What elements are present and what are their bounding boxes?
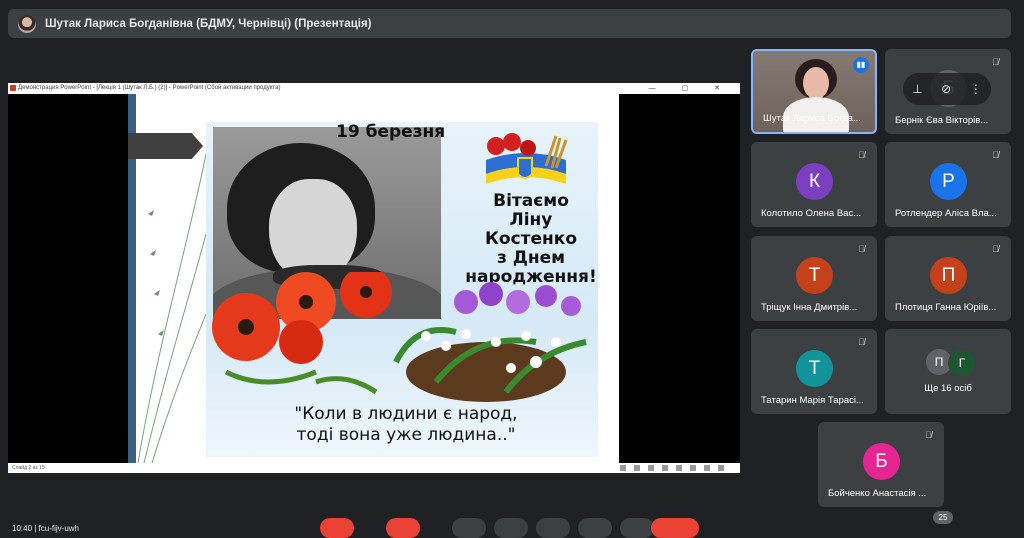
mic-off-icon: 🎙̸: [858, 244, 865, 254]
participant-tile[interactable]: 🎙̸ П Плотиця Ганна Юріїв...: [885, 236, 1011, 321]
powerpoint-status-bar: Слайд 2 из 15: [8, 463, 740, 473]
participant-tile[interactable]: 🎙̸ Т Татарин Марія Тарасі...: [751, 329, 877, 414]
participant-name: Шутак Лариса Богда...: [763, 113, 861, 124]
control-bar: 10:40 | fcu-fijv-uwh: [0, 514, 1024, 538]
mic-off-icon: 🎙̸: [992, 244, 999, 254]
slide-arrow-shape: [128, 133, 203, 159]
participant-name: Бойченко Анастасія ...: [828, 488, 927, 499]
more-participants-label: Ще 16 осіб: [924, 383, 972, 394]
flowers-bouquet-image: [212, 272, 587, 402]
mic-off-icon: 🎙̸: [992, 150, 999, 160]
participant-tile[interactable]: 🎙̸ Б Бойченко Анастасія ...: [818, 422, 944, 507]
meeting-details: 10:40 | fcu-fijv-uwh: [12, 524, 79, 533]
mic-off-icon: 🎙̸: [925, 430, 932, 440]
pin-icon[interactable]: ⊥: [912, 82, 922, 96]
view-controls[interactable]: [620, 465, 730, 471]
card-quote: "Коли в людини є народ, тоді вона уже лю…: [294, 404, 518, 445]
mic-toggle-button[interactable]: [320, 518, 354, 538]
participant-tile[interactable]: 🎙̸ Т Тріщук Інна Дмитрів...: [751, 236, 877, 321]
participant-avatar: Т: [796, 350, 833, 387]
end-call-button[interactable]: [651, 518, 699, 538]
participant-tile[interactable]: 🎙̸ Р Ротлендер Аліса Вла...: [885, 142, 1011, 227]
participant-name: Татарин Марія Тарасі...: [761, 395, 864, 406]
audio-level-icon: ▮▮: [853, 57, 869, 73]
more-options-icon[interactable]: ⋮: [970, 82, 982, 96]
powerpoint-title-bar: Демонстрация PowerPoint - [Лекція 1 (Шут…: [8, 83, 740, 94]
birthday-card-image: 19 березня Вітаємо Ліну Костенко з Днем …: [206, 122, 598, 457]
shared-screen[interactable]: Демонстрация PowerPoint - [Лекція 1 (Шут…: [8, 83, 740, 473]
reactions-button[interactable]: [494, 518, 528, 538]
participant-tile[interactable]: 🎙̸ К Колотило Олена Вас...: [751, 142, 877, 227]
slide: 19 березня Вітаємо Ліну Костенко з Днем …: [128, 94, 619, 463]
powerpoint-window-title: Демонстрация PowerPoint - [Лекція 1 (Шут…: [18, 85, 281, 91]
tile-hover-controls[interactable]: ⊥ ⊘ ⋮: [903, 73, 991, 105]
mute-participant-icon[interactable]: ⊘: [941, 82, 951, 96]
presenter-avatar: [18, 14, 36, 33]
slide-counter: Слайд 2 из 15: [12, 465, 45, 471]
participant-avatar: Р: [930, 163, 967, 200]
participant-name: Ротлендер Аліса Вла...: [895, 208, 997, 219]
participant-avatar: К: [796, 163, 833, 200]
participant-avatar: Б: [863, 443, 900, 480]
more-participants-tile[interactable]: П Г Ще 16 осіб: [885, 329, 1011, 414]
ukraine-emblem-icon: [486, 133, 568, 184]
mic-off-icon: 🎙̸: [992, 57, 999, 67]
captions-button[interactable]: [452, 518, 486, 538]
participant-name: Бернік Єва Вікторів...: [895, 115, 989, 126]
participant-name: Колотило Олена Вас...: [761, 208, 862, 219]
mic-off-icon: 🎙̸: [858, 150, 865, 160]
mic-off-icon: 🎙̸: [858, 337, 865, 347]
participant-avatar: Т: [796, 257, 833, 294]
presenter-title: Шутак Лариса Богданівна (БДМУ, Чернівці)…: [45, 17, 372, 30]
participant-tile-speaker[interactable]: ▮▮ Шутак Лариса Богда...: [751, 49, 877, 134]
more-participants-avatars: П Г: [922, 349, 982, 377]
presenter-bar: Шутак Лариса Богданівна (БДМУ, Чернівці)…: [8, 9, 1011, 38]
powerpoint-icon: [10, 85, 16, 91]
card-date: 19 березня: [336, 122, 446, 142]
more-options-button[interactable]: [620, 518, 654, 538]
camera-toggle-button[interactable]: [386, 518, 420, 538]
participant-avatar: П: [930, 257, 967, 294]
participant-name: Плотиця Ганна Юріїв...: [895, 302, 997, 313]
participant-avatar: Г: [948, 349, 976, 377]
participant-tile[interactable]: 🎙̸ Б ⊥ ⊘ ⋮ Бернік Єва Вікторів...: [885, 49, 1011, 134]
raise-hand-button[interactable]: [578, 518, 612, 538]
window-controls[interactable]: — ▢ ✕: [649, 83, 732, 94]
participant-count-badge: 25: [933, 511, 953, 524]
present-button[interactable]: [536, 518, 570, 538]
participant-name: Тріщук Інна Дмитрів...: [761, 302, 858, 313]
